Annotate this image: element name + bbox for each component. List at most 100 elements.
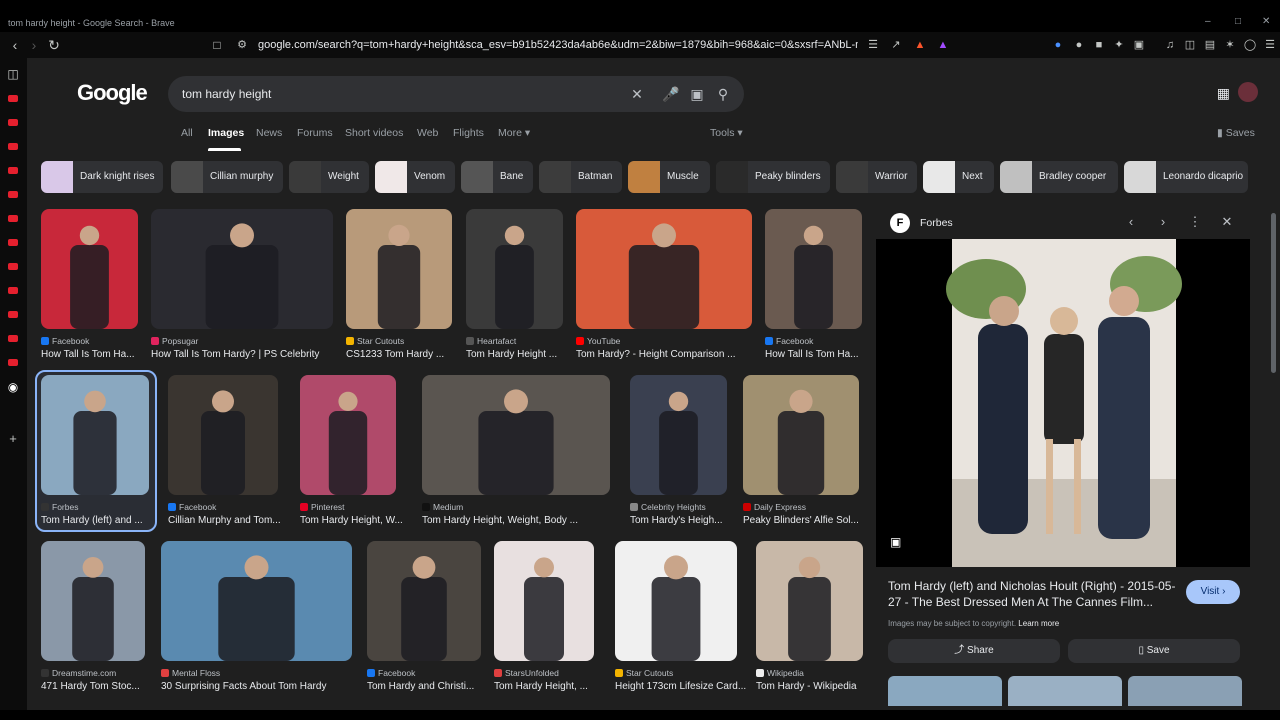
result-thumbnail[interactable] xyxy=(41,541,145,661)
save-button[interactable]: ▯ Save xyxy=(1068,639,1240,663)
image-result[interactable]: StarsUnfolded Tom Hardy Height, ... xyxy=(494,541,594,701)
suggestion-chip[interactable]: Dark knight rises xyxy=(41,161,163,193)
suggestion-chip[interactable]: Warrior xyxy=(836,161,917,193)
image-result[interactable]: Forbes Tom Hardy (left) and ... xyxy=(41,375,149,535)
more-options-icon[interactable]: ⋮ xyxy=(1186,213,1204,231)
result-caption[interactable]: How Tall Is Tom Hardy? | PS Celebrity xyxy=(151,349,353,360)
result-thumbnail[interactable] xyxy=(743,375,859,495)
result-caption[interactable]: Tom Hardy (left) and ... xyxy=(41,515,169,526)
result-source[interactable]: Popsugar xyxy=(151,336,198,346)
result-caption[interactable]: How Tall Is Tom Ha... xyxy=(41,349,158,360)
tab-more[interactable]: More ▾ xyxy=(498,127,530,139)
result-source[interactable]: Forbes xyxy=(41,502,78,512)
result-thumbnail[interactable] xyxy=(615,541,737,661)
youtube-icon[interactable] xyxy=(8,167,18,174)
youtube-icon[interactable] xyxy=(8,143,18,150)
brave-rewards-icon[interactable]: ▲ xyxy=(936,38,950,52)
result-source[interactable]: Daily Express xyxy=(743,502,806,512)
share-button[interactable]: ⤴ Share xyxy=(888,639,1060,663)
result-thumbnail[interactable] xyxy=(494,541,594,661)
result-thumbnail[interactable] xyxy=(466,209,563,329)
suggestion-chip[interactable]: Cillian murphy xyxy=(171,161,283,193)
close-window-button[interactable]: ✕ xyxy=(1262,16,1270,27)
image-result[interactable]: Facebook How Tall Is Tom Ha... xyxy=(41,209,138,369)
tab-news[interactable]: News xyxy=(256,127,282,139)
extension-icon[interactable]: ● xyxy=(1051,38,1065,52)
youtube-icon[interactable] xyxy=(8,359,18,366)
chevron-left-icon[interactable]: ‹ xyxy=(1122,213,1140,231)
result-thumbnail[interactable] xyxy=(422,375,610,495)
result-source[interactable]: Wikipedia xyxy=(756,668,804,678)
result-caption[interactable]: Tom Hardy Height ... xyxy=(466,349,583,360)
youtube-icon[interactable] xyxy=(8,287,18,294)
result-thumbnail[interactable] xyxy=(151,209,333,329)
suggestion-chip[interactable]: Batman xyxy=(539,161,622,193)
image-result[interactable]: Pinterest Tom Hardy Height, W... xyxy=(300,375,403,535)
result-source[interactable]: Facebook xyxy=(168,502,216,512)
translate-icon[interactable]: ☰ xyxy=(866,38,880,52)
site-settings-icon[interactable]: ⚙ xyxy=(234,37,250,53)
result-thumbnail[interactable] xyxy=(765,209,862,329)
result-source[interactable]: Star Cutouts xyxy=(615,668,673,678)
avatar[interactable] xyxy=(1238,82,1258,102)
result-thumbnail[interactable] xyxy=(367,541,481,661)
related-image[interactable] xyxy=(1128,676,1242,706)
suggestion-chip[interactable]: Bradley cooper xyxy=(1000,161,1118,193)
result-source[interactable]: Facebook xyxy=(367,668,415,678)
result-caption[interactable]: Tom Hardy Height, ... xyxy=(494,681,614,692)
search-input[interactable]: tom hardy height xyxy=(182,87,271,101)
result-source[interactable]: Dreamstime.com xyxy=(41,668,116,678)
tab-web[interactable]: Web xyxy=(417,127,438,139)
tab-forums[interactable]: Forums xyxy=(297,127,333,139)
preview-image[interactable]: ▣ xyxy=(876,239,1250,567)
tab-flights[interactable]: Flights xyxy=(453,127,484,139)
youtube-icon[interactable] xyxy=(8,191,18,198)
image-result[interactable]: Wikipedia Tom Hardy - Wikipedia xyxy=(756,541,863,701)
tab-images[interactable]: Images xyxy=(208,127,244,139)
result-thumbnail[interactable] xyxy=(41,375,149,495)
image-result[interactable]: YouTube Tom Hardy? - Height Comparison ..… xyxy=(576,209,752,369)
result-caption[interactable]: 471 Hardy Tom Stoc... xyxy=(41,681,165,692)
youtube-icon[interactable] xyxy=(8,215,18,222)
google-logo[interactable]: Google xyxy=(77,80,148,106)
visit-button[interactable]: Visit › xyxy=(1186,580,1240,604)
apps-grid-icon[interactable]: ▦ xyxy=(1217,85,1230,102)
saves-button[interactable]: ▮ Saves xyxy=(1217,127,1255,139)
result-source[interactable]: Facebook xyxy=(41,336,89,346)
youtube-icon[interactable] xyxy=(8,335,18,342)
result-caption[interactable]: CS1233 Tom Hardy ... xyxy=(346,349,472,360)
image-result[interactable]: Daily Express Peaky Blinders' Alfie Sol..… xyxy=(743,375,859,535)
search-box[interactable]: tom hardy height ✕ 🎤 ▣ ⚲ xyxy=(168,76,744,112)
url-field[interactable]: google.com/search?q=tom+hardy+height&sca… xyxy=(258,39,858,51)
vpn-icon[interactable]: ◯ xyxy=(1243,38,1257,52)
suggestion-chip[interactable]: Venom xyxy=(375,161,455,193)
result-thumbnail[interactable] xyxy=(630,375,727,495)
related-image[interactable] xyxy=(888,676,1002,706)
result-caption[interactable]: Tom Hardy Height, W... xyxy=(300,515,416,526)
forward-icon[interactable]: › xyxy=(26,37,42,53)
result-source[interactable]: YouTube xyxy=(576,336,620,346)
result-thumbnail[interactable] xyxy=(41,209,138,329)
reload-icon[interactable]: ↻ xyxy=(46,37,62,53)
add-icon[interactable]: + xyxy=(5,431,21,447)
suggestion-chip[interactable]: Weight xyxy=(289,161,369,193)
sidebar-panel-icon[interactable]: ◫ xyxy=(5,66,21,82)
result-caption[interactable]: Tom Hardy and Christi... xyxy=(367,681,501,692)
tab-all[interactable]: All xyxy=(181,127,193,139)
tab-short-videos[interactable]: Short videos xyxy=(345,127,403,139)
bookmark-icon[interactable]: □ xyxy=(209,37,225,53)
close-icon[interactable]: ✕ xyxy=(1218,213,1236,231)
wallet-icon[interactable]: ▤ xyxy=(1203,38,1217,52)
clear-icon[interactable]: ✕ xyxy=(628,85,646,103)
google-tab-icon[interactable]: ◉ xyxy=(5,379,21,395)
image-result[interactable]: Facebook Tom Hardy and Christi... xyxy=(367,541,481,701)
result-caption[interactable]: Cillian Murphy and Tom... xyxy=(168,515,298,526)
extension-icon[interactable]: ■ xyxy=(1092,38,1106,52)
related-image[interactable] xyxy=(1008,676,1122,706)
youtube-icon[interactable] xyxy=(8,311,18,318)
suggestion-chip[interactable]: Bane xyxy=(461,161,533,193)
minimize-button[interactable]: – xyxy=(1205,16,1211,27)
result-source[interactable]: Medium xyxy=(422,502,463,512)
menu-icon[interactable]: ☰ xyxy=(1263,38,1277,52)
result-source[interactable]: Celebrity Heights xyxy=(630,502,706,512)
